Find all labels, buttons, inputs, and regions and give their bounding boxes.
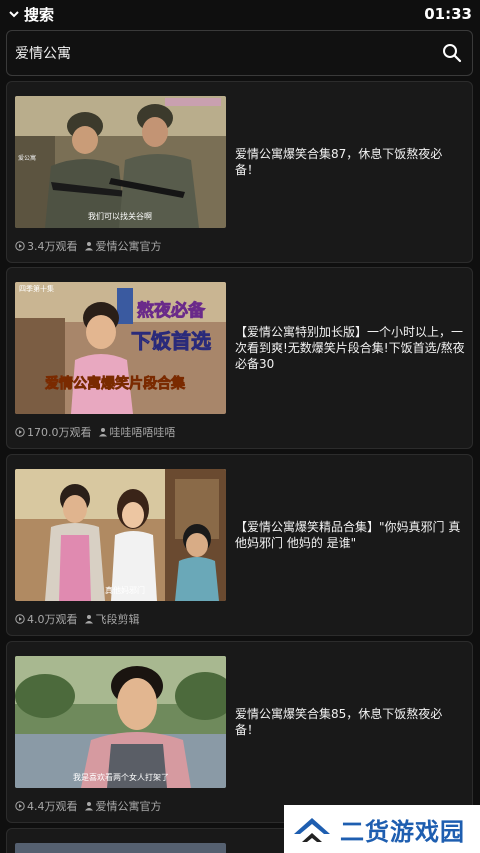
author[interactable]: 爱情公寓官方 [84, 238, 162, 254]
clock: 01:33 [424, 5, 472, 23]
video-card[interactable]: 我们可以找关谷啊 爱公寓 爱情公寓爆笑合集87，休息下饭熬夜必备！ 3.4万观看… [6, 81, 473, 263]
video-meta: 170.0万观看 哇哇唔唔哇唔 [15, 424, 176, 440]
video-title[interactable]: 爱情公寓爆笑合集87，休息下饭熬夜必备！ [235, 96, 465, 228]
video-meta: 3.4万观看 爱情公寓官方 [15, 238, 162, 254]
thumbnail-corner-logo: 爱公寓 [18, 154, 36, 162]
video-thumbnail[interactable]: 四季第十集 熬夜必备 下饭首选 爱情公寓爆笑片段合集 [15, 282, 226, 414]
view-count-text: 4.4万观看 [27, 800, 78, 813]
author-name: 爱情公寓官方 [95, 240, 162, 253]
site-watermark: 二货游戏园 [284, 805, 480, 853]
thumbnail-caption: 我是喜欢看两个女人打架了 [73, 772, 169, 782]
author-name: 爱情公寓官方 [95, 800, 162, 813]
play-icon [15, 614, 25, 624]
video-title-text: 【爱情公寓特别加长版】一个小时以上，一次看到爽!无数爆笑片段合集!下饭首选/熬夜… [235, 325, 465, 371]
user-icon [98, 428, 107, 437]
view-count: 3.4万观看 [15, 238, 78, 254]
thumbnail-caption: 真他妈邪门 [105, 585, 145, 595]
video-thumbnail[interactable]: 真他妈邪门 [15, 469, 226, 601]
play-icon [15, 801, 25, 811]
view-count-text: 3.4万观看 [27, 240, 78, 253]
thumbnail-headline: 爱情公寓爆笑片段合集 [45, 375, 186, 392]
search-bar[interactable]: 爱情公寓 [6, 30, 473, 76]
video-title[interactable]: 爱情公寓爆笑合集85，休息下饭熬夜必备！ [235, 656, 465, 788]
user-icon [84, 802, 93, 811]
search-icon[interactable] [442, 43, 462, 63]
view-count: 4.0万观看 [15, 611, 78, 627]
chevron-down-icon [8, 8, 20, 20]
thumbnail-headline: 下饭首选 [131, 329, 211, 353]
video-thumbnail[interactable] [15, 843, 226, 853]
video-title-text: 【爱情公寓爆笑精品合集】"你妈真邪门 真他妈邪门 他妈的 是谁" [235, 520, 461, 550]
author[interactable]: 飞段剪辑 [84, 611, 140, 627]
view-count: 4.4万观看 [15, 798, 78, 814]
video-title[interactable]: 【爱情公寓爆笑精品合集】"你妈真邪门 真他妈邪门 他妈的 是谁" [235, 469, 465, 601]
top-bar: 搜索 01:33 [0, 0, 480, 28]
back-label: 搜索 [24, 5, 55, 24]
video-title[interactable]: 【爱情公寓特别加长版】一个小时以上，一次看到爽!无数爆笑片段合集!下饭首选/熬夜… [235, 282, 465, 414]
author[interactable]: 爱情公寓官方 [84, 798, 162, 814]
thumbnail-tag: 四季第十集 [19, 284, 54, 293]
author-name: 哇哇唔唔哇唔 [109, 426, 176, 439]
video-card[interactable]: 真他妈邪门 【爱情公寓爆笑精品合集】"你妈真邪门 真他妈邪门 他妈的 是谁" 4… [6, 454, 473, 636]
video-title-text: 爱情公寓爆笑合集85，休息下饭熬夜必备！ [235, 707, 443, 737]
video-thumbnail[interactable]: 我们可以找关谷啊 爱公寓 [15, 96, 226, 228]
thumbnail-headline: 熬夜必备 [137, 300, 206, 321]
video-meta: 4.4万观看 爱情公寓官方 [15, 798, 162, 814]
search-input[interactable]: 爱情公寓 [15, 43, 71, 63]
video-card[interactable]: 我是喜欢看两个女人打架了 爱情公寓爆笑合集85，休息下饭熬夜必备！ 4.4万观看… [6, 641, 473, 823]
view-count-text: 170.0万观看 [27, 426, 92, 439]
view-count: 170.0万观看 [15, 424, 92, 440]
play-icon [15, 241, 25, 251]
user-icon [84, 615, 93, 624]
video-title-text: 爱情公寓爆笑合集87，休息下饭熬夜必备！ [235, 147, 443, 177]
thumbnail-caption: 我们可以找关谷啊 [88, 211, 152, 221]
video-thumbnail[interactable]: 我是喜欢看两个女人打架了 [15, 656, 226, 788]
video-meta: 4.0万观看 飞段剪辑 [15, 611, 140, 627]
view-count-text: 4.0万观看 [27, 613, 78, 626]
watermark-logo-icon [294, 818, 330, 842]
user-icon [84, 242, 93, 251]
video-card[interactable]: 四季第十集 熬夜必备 下饭首选 爱情公寓爆笑片段合集 【爱情公寓特别加长版】一个… [6, 267, 473, 449]
back-button[interactable]: 搜索 [8, 4, 54, 25]
play-icon [15, 427, 25, 437]
author[interactable]: 哇哇唔唔哇唔 [98, 424, 176, 440]
watermark-text: 二货游戏园 [340, 817, 465, 846]
author-name: 飞段剪辑 [95, 613, 140, 626]
